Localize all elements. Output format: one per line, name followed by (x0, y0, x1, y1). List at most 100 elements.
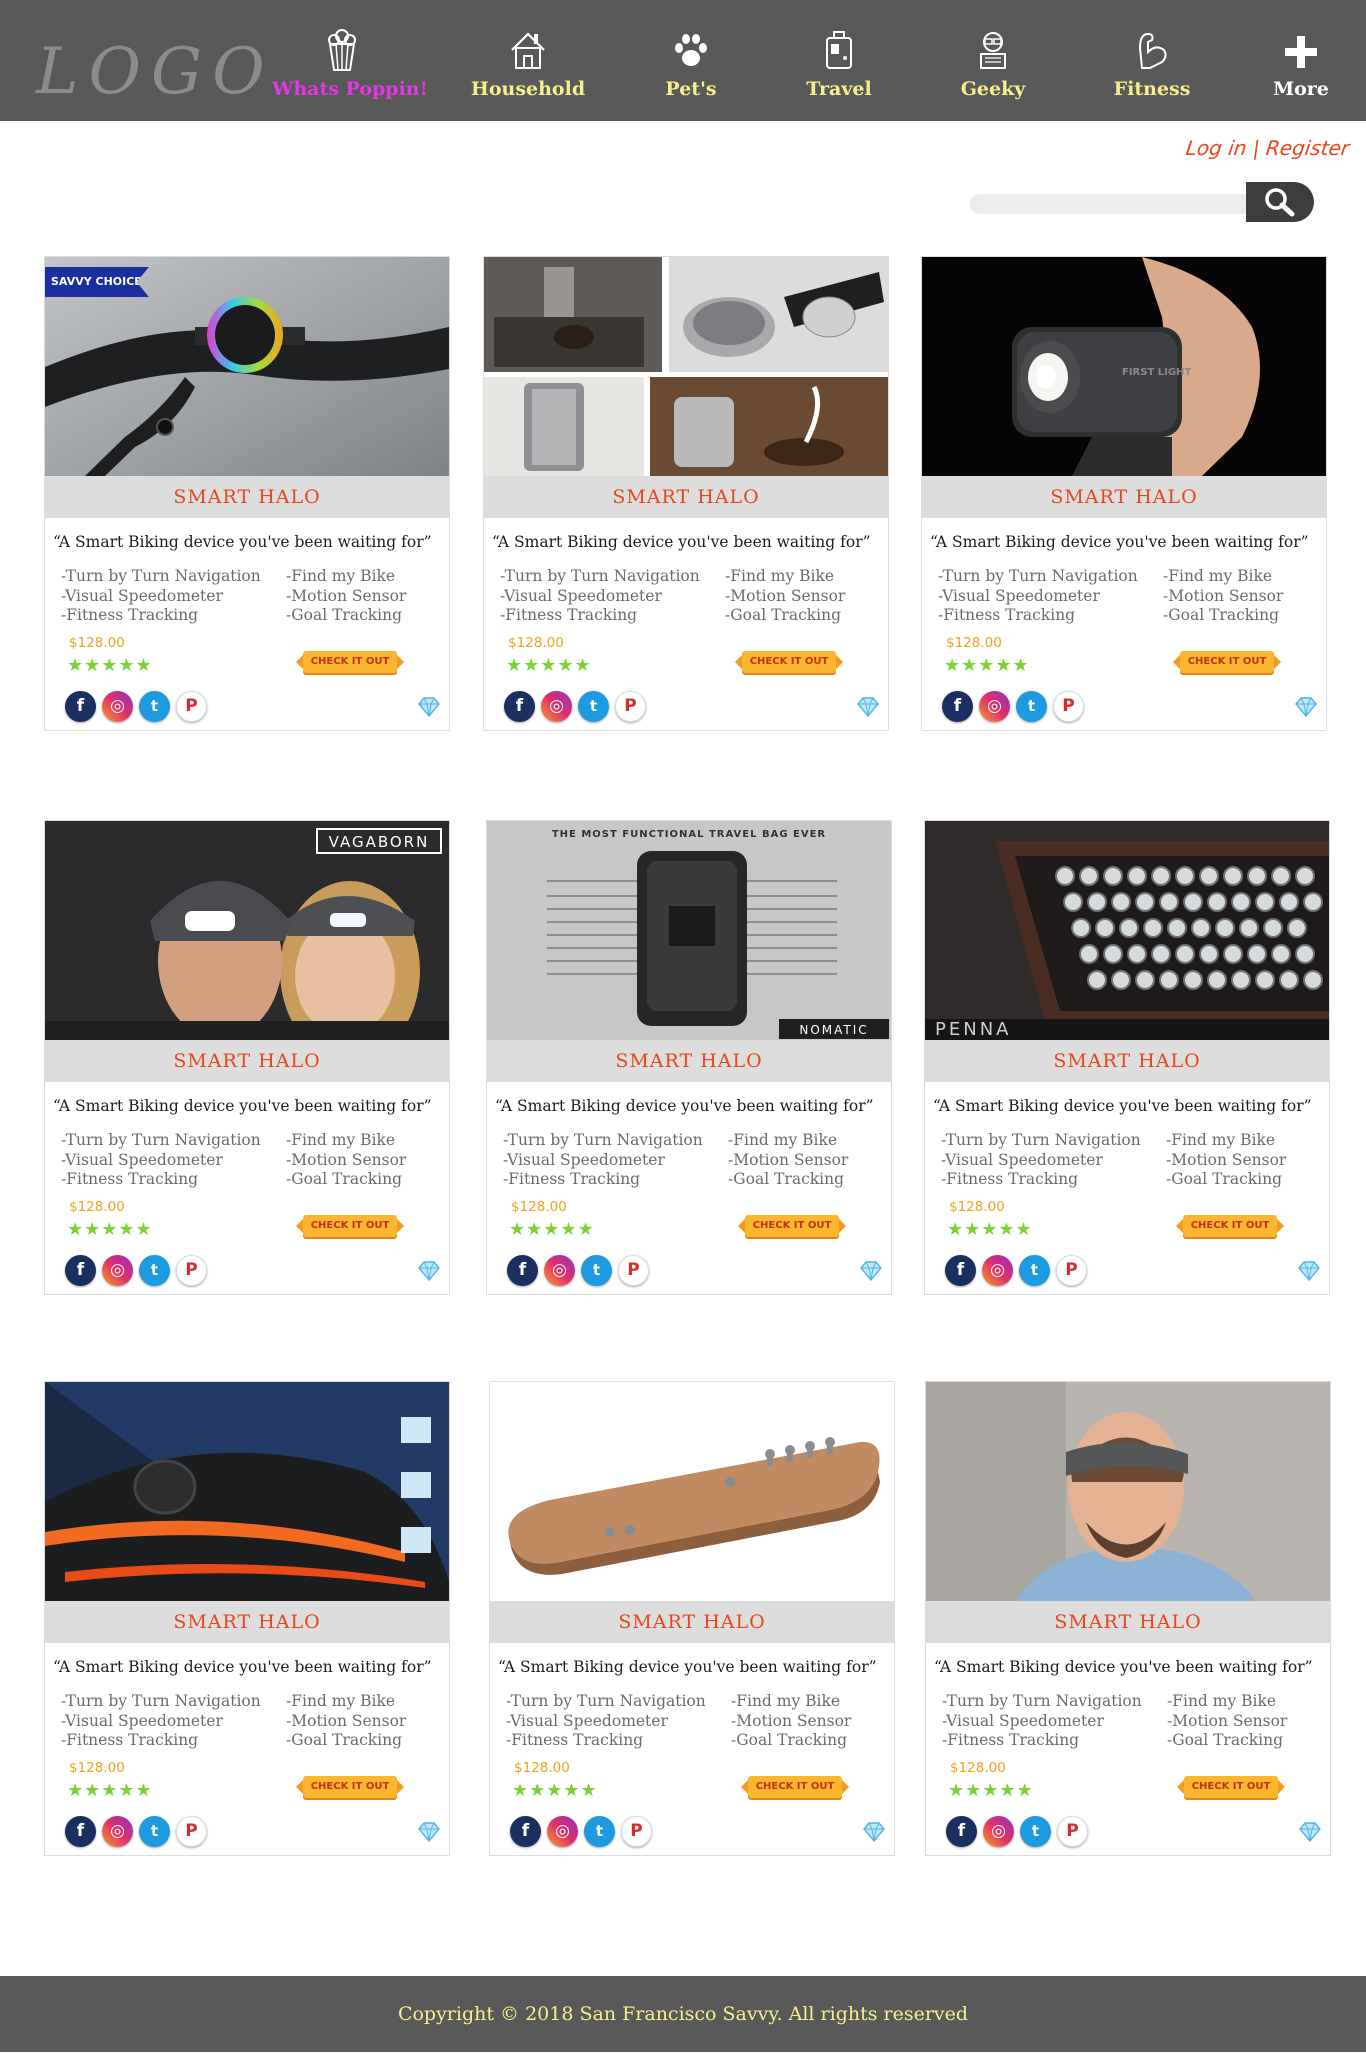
product-image[interactable] (45, 1382, 449, 1601)
pinterest-icon[interactable]: P (618, 1255, 649, 1286)
check-it-out-button[interactable]: CHECK IT OUT (1173, 651, 1281, 673)
twitter-icon[interactable]: t (1019, 1255, 1050, 1286)
facebook-icon[interactable]: f (507, 1255, 538, 1286)
twitter-icon[interactable]: t (139, 1816, 170, 1847)
check-it-out-button[interactable]: CHECK IT OUT (1177, 1776, 1285, 1798)
feature-item: -Visual Speedometer (500, 586, 662, 605)
product-title[interactable]: SMART HALO (615, 1050, 762, 1072)
diamond-icon[interactable] (417, 1822, 441, 1842)
twitter-icon[interactable]: t (139, 1255, 170, 1286)
product-card[interactable]: SMART HALO “A Smart Biking device you've… (925, 1381, 1331, 1856)
diamond-icon[interactable] (1297, 1261, 1321, 1281)
twitter-icon[interactable]: t (584, 1816, 615, 1847)
diamond-icon[interactable] (417, 1261, 441, 1281)
nav-item-household[interactable]: Household (458, 28, 598, 100)
facebook-icon[interactable]: f (504, 691, 535, 722)
product-image[interactable] (926, 1382, 1330, 1601)
check-it-out-button[interactable]: CHECK IT OUT (296, 1215, 404, 1237)
instagram-icon[interactable]: ◎ (102, 691, 133, 722)
product-card[interactable]: SMART HALO “A Smart Biking device you've… (44, 1381, 450, 1856)
product-card[interactable]: PENNA SMART HALO “A Smart Biking device … (924, 820, 1330, 1295)
instagram-icon[interactable]: ◎ (983, 1816, 1014, 1847)
facebook-icon[interactable]: f (65, 1816, 96, 1847)
facebook-icon[interactable]: f (945, 1255, 976, 1286)
diamond-icon[interactable] (417, 697, 441, 717)
product-image[interactable] (484, 257, 888, 476)
check-it-out-button[interactable]: CHECK IT OUT (741, 1776, 849, 1798)
product-card[interactable]: SAVVY CHOICE SMART HALO “A Smart Biking … (44, 256, 450, 731)
auth-links: Log in | Register (1184, 136, 1351, 160)
pinterest-icon[interactable]: P (615, 691, 646, 722)
login-link[interactable]: Log in (1184, 136, 1248, 160)
product-tagline: “A Smart Biking device you've been waiti… (498, 1658, 877, 1676)
product-card[interactable]: FIRST LIGHT SMART HALO “A Smart Biking d… (921, 256, 1327, 731)
check-it-out-button[interactable]: CHECK IT OUT (296, 1776, 404, 1798)
twitter-icon[interactable]: t (1020, 1816, 1051, 1847)
pinterest-icon[interactable]: P (1057, 1816, 1088, 1847)
check-it-out-button[interactable]: CHECK IT OUT (738, 1215, 846, 1237)
instagram-icon[interactable]: ◎ (982, 1255, 1013, 1286)
product-image[interactable]: PENNA (925, 821, 1329, 1040)
search-input[interactable] (970, 194, 1264, 214)
twitter-icon[interactable]: t (581, 1255, 612, 1286)
diamond-icon[interactable] (862, 1822, 886, 1842)
product-title[interactable]: SMART HALO (173, 1050, 320, 1072)
feature-item: -Visual Speedometer (61, 586, 223, 605)
nav-item-fitness[interactable]: Fitness (1082, 28, 1222, 100)
twitter-icon[interactable]: t (139, 691, 170, 722)
diamond-icon[interactable] (1294, 697, 1318, 717)
twitter-icon[interactable]: t (578, 691, 609, 722)
product-image[interactable]: FIRST LIGHT (922, 257, 1326, 476)
facebook-icon[interactable]: f (942, 691, 973, 722)
product-title[interactable]: SMART HALO (618, 1611, 765, 1633)
product-title[interactable]: SMART HALO (1054, 1611, 1201, 1633)
pinterest-icon[interactable]: P (1053, 691, 1084, 722)
facebook-icon[interactable]: f (946, 1816, 977, 1847)
product-title[interactable]: SMART HALO (1053, 1050, 1200, 1072)
product-image[interactable] (490, 1382, 894, 1601)
nav-item-pets[interactable]: Pet's (621, 28, 761, 100)
pinterest-icon[interactable]: P (176, 691, 207, 722)
diamond-icon[interactable] (856, 697, 880, 717)
pinterest-icon[interactable]: P (621, 1816, 652, 1847)
feature-list-right: -Find my Bike -Motion Sensor -Goal Track… (286, 1692, 406, 1751)
check-it-out-button[interactable]: CHECK IT OUT (735, 651, 843, 673)
product-image[interactable]: SAVVY CHOICE (45, 257, 449, 476)
instagram-icon[interactable]: ◎ (544, 1255, 575, 1286)
facebook-icon[interactable]: f (65, 1255, 96, 1286)
diamond-icon[interactable] (1298, 1822, 1322, 1842)
product-price: $128.00 (69, 1199, 125, 1215)
check-it-out-button[interactable]: CHECK IT OUT (1176, 1215, 1284, 1237)
product-card[interactable]: THE MOST FUNCTIONAL TRAVEL BAG EVER NOMA… (486, 820, 892, 1295)
product-image[interactable]: THE MOST FUNCTIONAL TRAVEL BAG EVER NOMA… (487, 821, 891, 1040)
register-link[interactable]: Register (1264, 136, 1351, 160)
instagram-icon[interactable]: ◎ (979, 691, 1010, 722)
twitter-icon[interactable]: t (1016, 691, 1047, 722)
product-title[interactable]: SMART HALO (173, 1611, 320, 1633)
product-title[interactable]: SMART HALO (173, 486, 320, 508)
instagram-icon[interactable]: ◎ (541, 691, 572, 722)
facebook-icon[interactable]: f (65, 691, 96, 722)
nav-item-travel[interactable]: Travel (769, 28, 909, 100)
instagram-icon[interactable]: ◎ (102, 1816, 133, 1847)
product-card[interactable]: VAGABORN SMART HALO “A Smart Biking devi… (44, 820, 450, 1295)
instagram-icon[interactable]: ◎ (547, 1816, 578, 1847)
nav-item-whats-poppin[interactable]: Whats Poppin! (272, 28, 428, 100)
nav-item-more[interactable]: More (1231, 28, 1366, 100)
pinterest-icon[interactable]: P (176, 1255, 207, 1286)
diamond-icon[interactable] (859, 1261, 883, 1281)
site-logo[interactable]: LOGO (36, 40, 275, 104)
facebook-icon[interactable]: f (510, 1816, 541, 1847)
product-image[interactable]: VAGABORN (45, 821, 449, 1040)
pinterest-icon[interactable]: P (1056, 1255, 1087, 1286)
search-button[interactable] (1246, 182, 1314, 222)
product-title[interactable]: SMART HALO (612, 486, 759, 508)
check-it-out-button[interactable]: CHECK IT OUT (296, 651, 404, 673)
feature-item: -Find my Bike (725, 567, 835, 585)
product-card[interactable]: SMART HALO “A Smart Biking device you've… (483, 256, 889, 731)
product-title[interactable]: SMART HALO (1050, 486, 1197, 508)
product-card[interactable]: SMART HALO “A Smart Biking device you've… (489, 1381, 895, 1856)
instagram-icon[interactable]: ◎ (102, 1255, 133, 1286)
nav-item-geeky[interactable]: Geeky (923, 28, 1063, 100)
pinterest-icon[interactable]: P (176, 1816, 207, 1847)
